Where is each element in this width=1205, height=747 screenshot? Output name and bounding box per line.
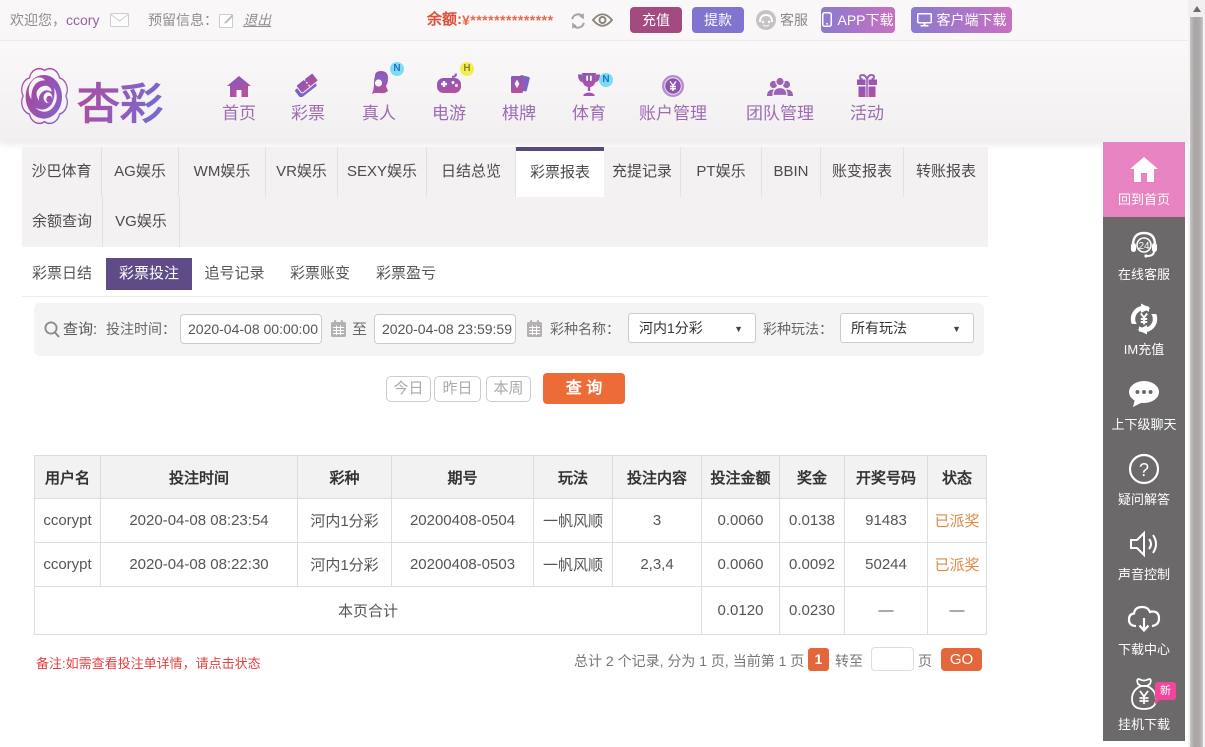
svg-text:24: 24 bbox=[1138, 241, 1150, 252]
svg-text:?: ? bbox=[1139, 460, 1149, 480]
